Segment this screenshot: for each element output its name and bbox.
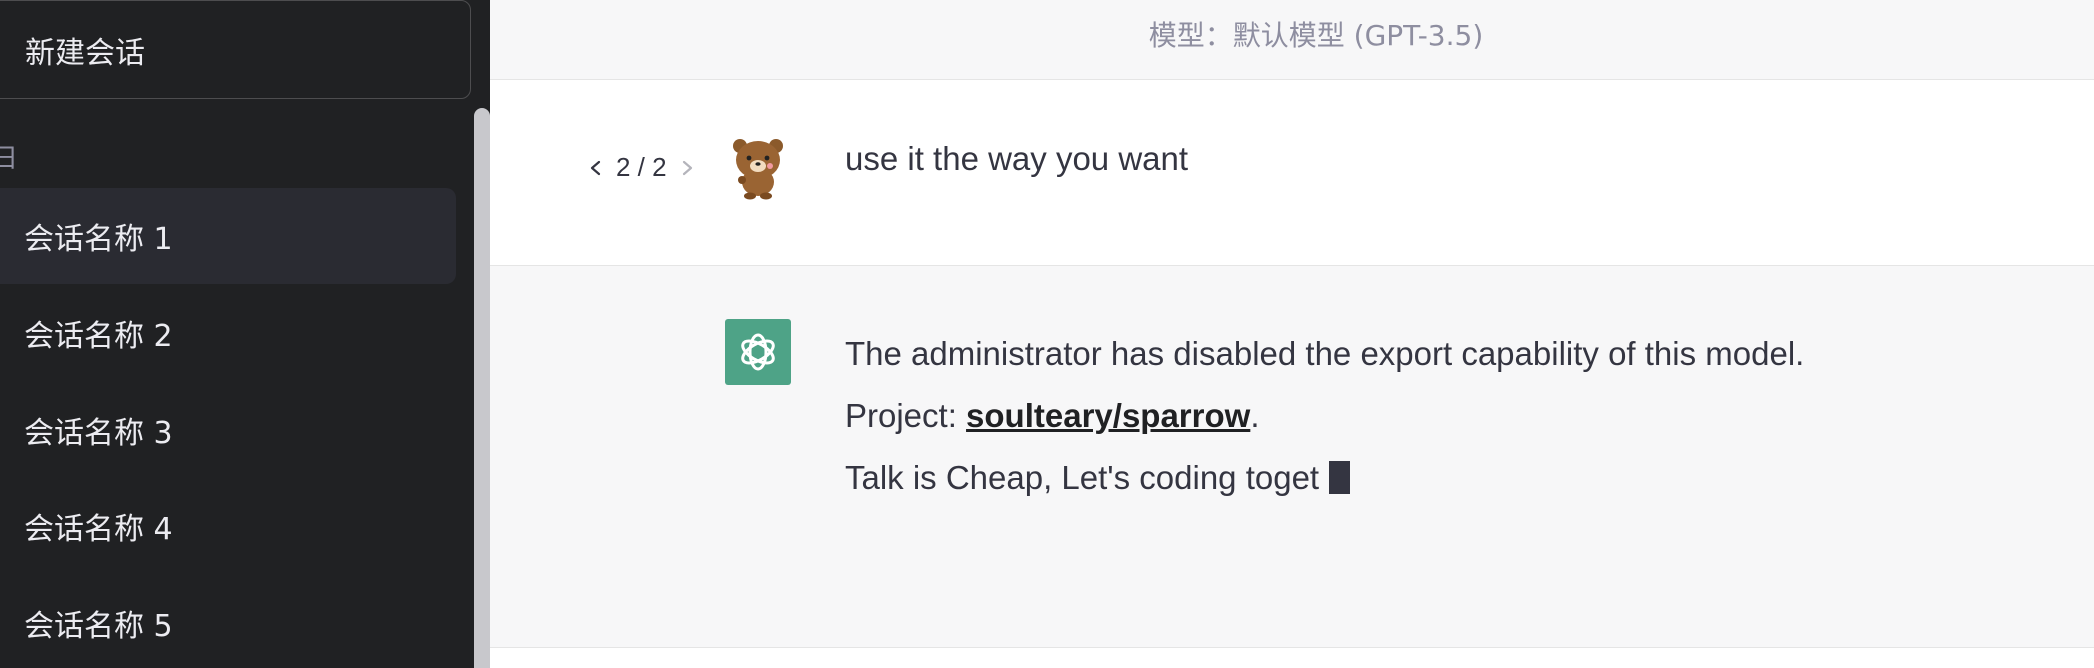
model-bar: 模型：默认模型 (GPT-3.5) <box>490 0 2094 80</box>
section-label: 日 <box>0 144 19 174</box>
streaming-text: Talk is Cheap, Let's coding toget <box>845 459 1320 496</box>
sidebar: 新建会话 日 会话名称 1 会话名称 2 会话名称 3 会话名称 4 会话名称 … <box>0 0 490 668</box>
openai-logo-icon <box>725 319 791 385</box>
main-panel: 模型：默认模型 (GPT-3.5) 2 / 2 use it the way y… <box>490 0 2094 668</box>
new-chat-button[interactable]: 新建会话 <box>0 0 471 99</box>
model-label: 模型：默认模型 (GPT-3.5) <box>1148 18 1484 52</box>
sidebar-scrollbar[interactable] <box>474 108 490 668</box>
project-link[interactable]: soulteary/sparrow <box>966 397 1250 434</box>
project-prefix: Project: <box>845 397 967 434</box>
message-pager: 2 / 2 <box>584 152 699 183</box>
chevron-right-icon[interactable] <box>675 153 699 183</box>
conversation-item[interactable]: 会话名称 5 <box>0 575 470 668</box>
user-message-text: use it the way you want <box>845 140 1189 177</box>
conversation-item[interactable]: 会话名称 1 <box>0 188 456 284</box>
typing-cursor <box>1329 461 1351 494</box>
assistant-project-line: Project: soulteary/sparrow. <box>845 385 1805 447</box>
conversation-label: 会话名称 5 <box>24 609 173 644</box>
conversation-item[interactable]: 会话名称 2 <box>0 285 470 381</box>
chevron-left-icon[interactable] <box>584 153 608 183</box>
pager-count: 2 / 2 <box>616 152 667 182</box>
assistant-line: The administrator has disabled the expor… <box>845 335 1805 372</box>
conversation-label: 会话名称 1 <box>24 222 173 257</box>
assistant-line: Talk is Cheap, Let's coding toget <box>845 447 1805 509</box>
project-suffix: . <box>1250 397 1260 434</box>
assistant-message-text: The administrator has disabled the expor… <box>845 323 1805 509</box>
conversation-label: 会话名称 3 <box>24 416 173 451</box>
conversation-label: 会话名称 4 <box>24 512 173 547</box>
user-message: 2 / 2 use it the way you want <box>490 80 2094 266</box>
assistant-message: The administrator has disabled the expor… <box>490 266 2094 648</box>
conversation-label: 会话名称 2 <box>24 319 173 354</box>
bear-avatar-icon <box>728 136 788 200</box>
conversation-item[interactable]: 会话名称 3 <box>0 382 470 478</box>
conversation-item[interactable]: 会话名称 4 <box>0 478 470 574</box>
